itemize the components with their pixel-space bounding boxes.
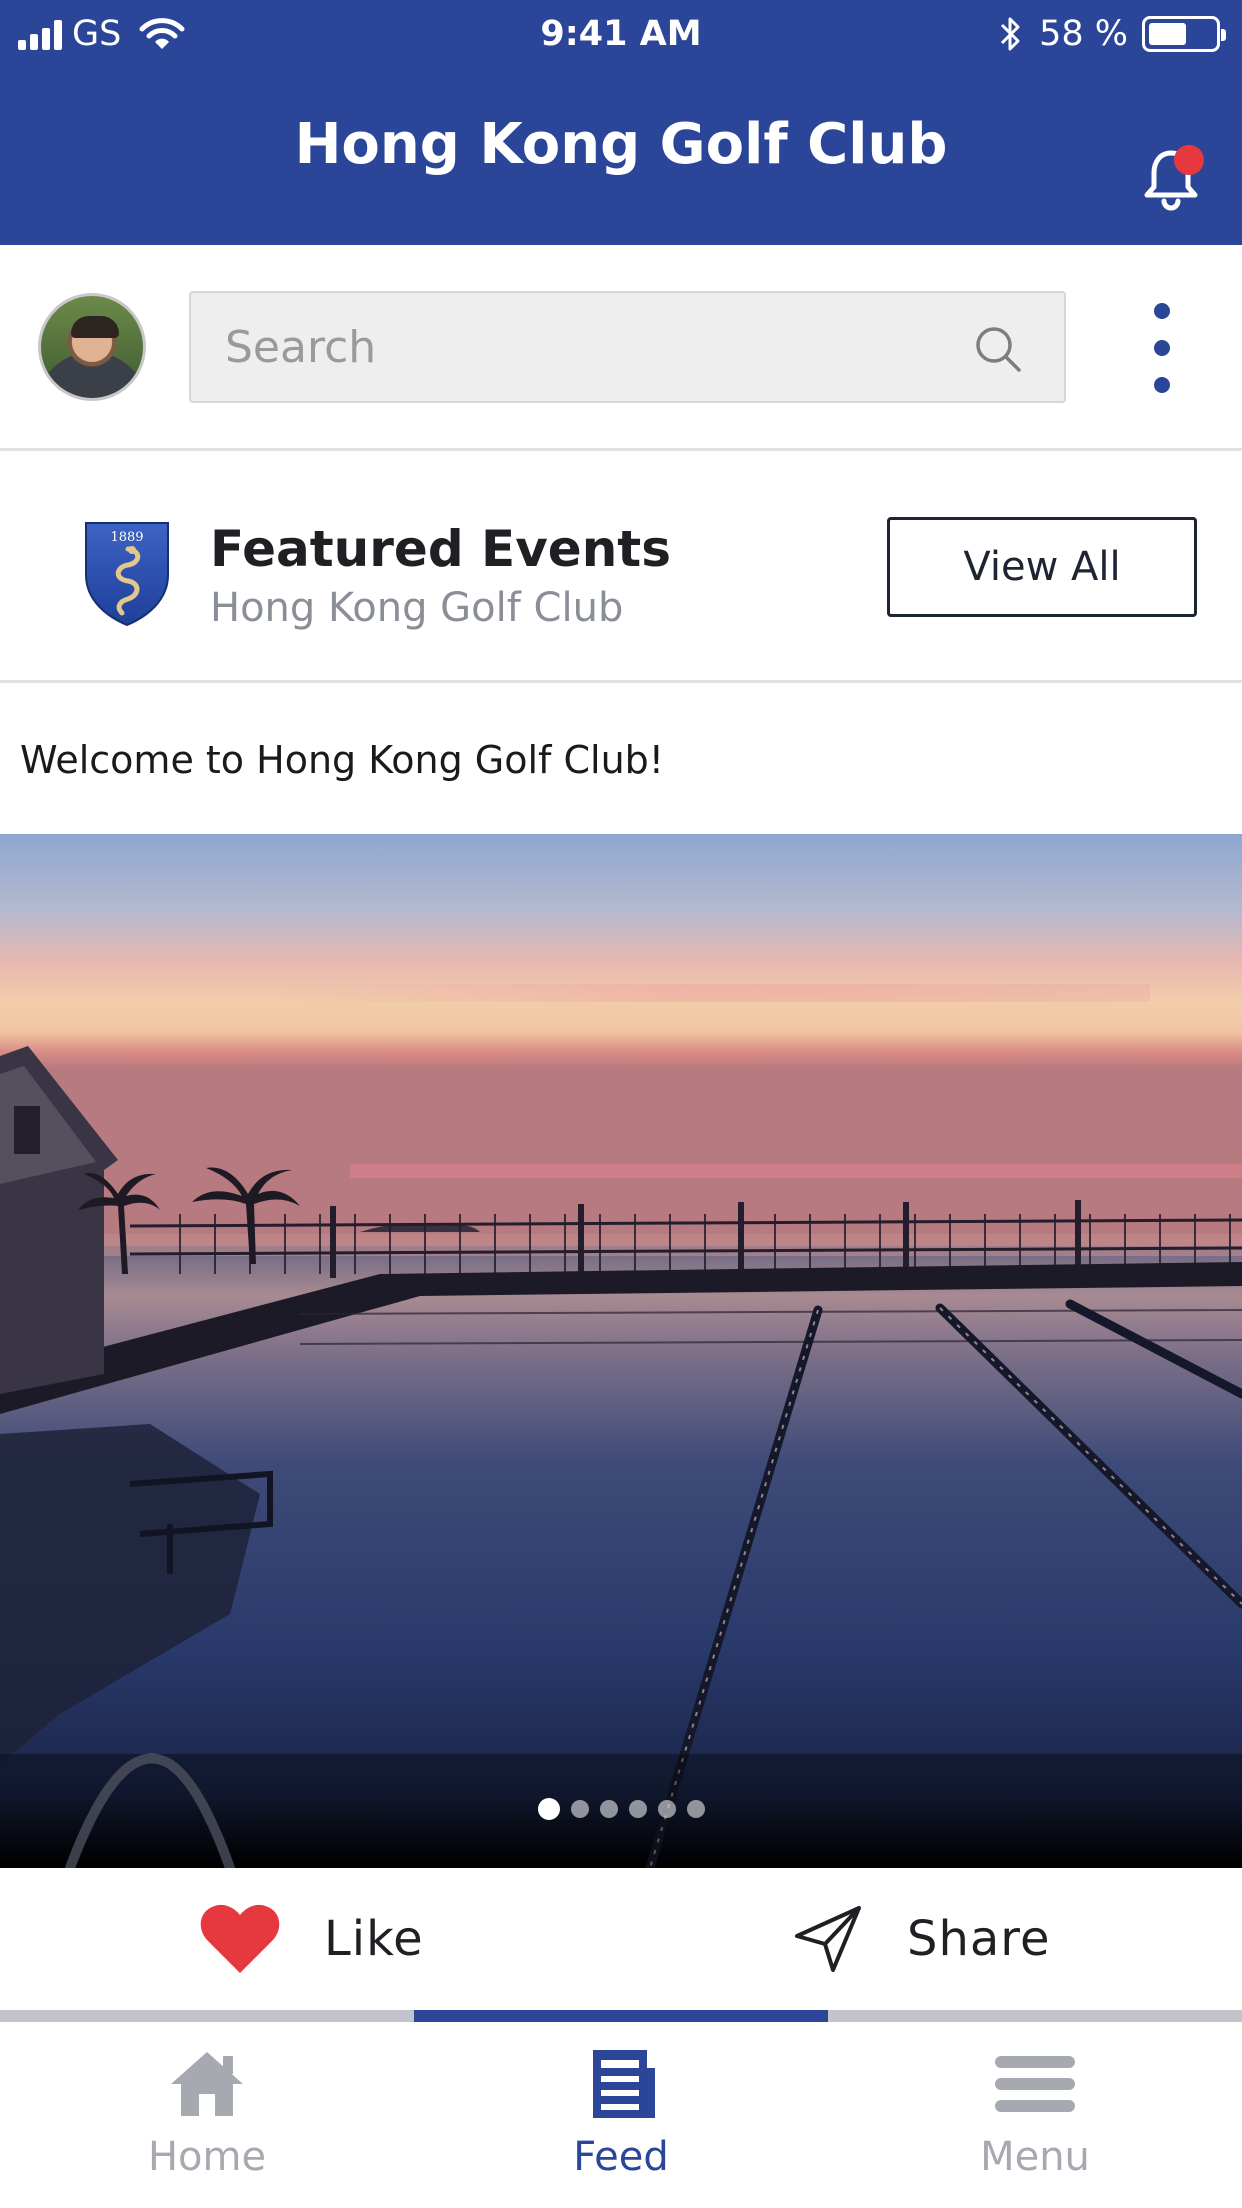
avatar[interactable]: [38, 293, 146, 401]
share-button[interactable]: Share: [793, 1888, 1051, 1990]
featured-subtitle: Hong Kong Golf Club: [210, 585, 624, 631]
carousel-dot[interactable]: [686, 1800, 705, 1818]
tab-menu-label: Menu: [980, 2134, 1090, 2180]
status-right: 58 %: [995, 12, 1226, 56]
bluetooth-icon: [1001, 17, 1020, 51]
tab-home[interactable]: Home: [0, 2022, 414, 2208]
status-bar: GS 9:41 AM 58 %: [0, 0, 1242, 70]
newspaper-icon: [593, 2050, 655, 2118]
bottom-tab-bar: Home Feed Menu: [0, 2022, 1242, 2208]
search-icon[interactable]: [972, 323, 1024, 375]
battery-level: [1149, 23, 1187, 45]
share-label: Share: [907, 1911, 1051, 1967]
carousel-dot[interactable]: [628, 1800, 647, 1818]
carousel-dot[interactable]: [570, 1800, 589, 1818]
battery-icon: [1142, 16, 1226, 52]
carousel-dot[interactable]: [599, 1800, 618, 1818]
post-actions: Like Share: [0, 1868, 1242, 2010]
tab-feed-label: Feed: [573, 2134, 669, 2180]
app-header: GS 9:41 AM 58 % Hong Kong Golf Club: [0, 0, 1242, 245]
search-row: [0, 245, 1242, 451]
tab-home-label: Home: [147, 2134, 267, 2180]
post-text: Welcome to Hong Kong Golf Club!: [20, 738, 665, 782]
post-photo[interactable]: [0, 834, 1242, 1868]
menu-icon: [995, 2056, 1075, 2112]
like-label: Like: [324, 1911, 424, 1967]
like-button[interactable]: Like: [200, 1888, 424, 1990]
more-options-icon[interactable]: [1144, 303, 1180, 393]
battery-percent: 58 %: [1039, 14, 1128, 54]
page-title: Hong Kong Golf Club: [294, 112, 948, 177]
notification-badge: [1174, 145, 1204, 175]
tab-feed[interactable]: Feed: [414, 2022, 828, 2208]
tab-menu[interactable]: Menu: [828, 2022, 1242, 2208]
featured-title: Featured Events: [210, 520, 671, 578]
view-all-button[interactable]: View All: [887, 517, 1197, 617]
club-crest-logo: 1889: [85, 522, 169, 627]
search-box[interactable]: [189, 291, 1066, 403]
heart-icon: [200, 1904, 280, 1973]
home-icon: [171, 2052, 243, 2116]
carousel-dot[interactable]: [657, 1800, 676, 1818]
carousel-indicator[interactable]: [0, 1798, 1242, 1820]
featured-events-card: 1889 Featured Events Hong Kong Golf Club…: [0, 451, 1242, 683]
send-icon: [795, 1906, 861, 1972]
carousel-dot[interactable]: [537, 1798, 560, 1820]
search-input[interactable]: [225, 293, 965, 401]
crest-year: 1889: [110, 530, 143, 545]
tab-indicator: [414, 2010, 828, 2022]
